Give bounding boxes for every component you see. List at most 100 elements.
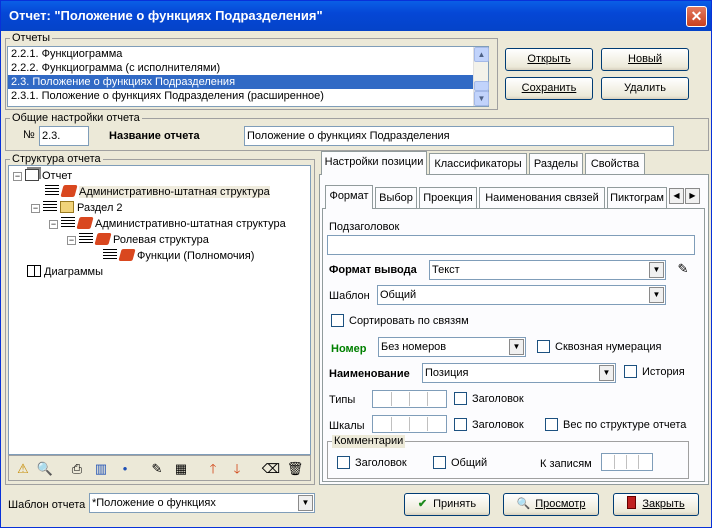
warning-icon[interactable]: ⚠ [13,459,33,479]
open-button-label: Открыть [527,53,571,65]
tab-select[interactable]: Выбор [375,187,417,209]
report-item[interactable]: 2.2.2. Функциограмма (с исполнителями) [8,61,488,75]
chevron-down-icon[interactable]: ▼ [298,495,313,511]
tree-node-admin-structure[interactable]: Административно-штатная структура [45,184,270,200]
tab-sections[interactable]: Разделы [529,153,583,175]
accept-button[interactable]: ✔ Принять [404,493,490,516]
delete-button[interactable]: Удалить [601,77,689,100]
report-template-combo[interactable]: *Положение о функциях ▼ [89,493,315,513]
tree-node-label: Отчет [42,170,73,182]
close-button[interactable]: Закрыть [613,493,699,516]
to-records-label: К записям [540,458,592,470]
to-records-grid[interactable] [601,453,653,471]
reports-list[interactable]: 2.2.1. Функциограмма 2.2.2. Функциограмм… [7,46,489,107]
preview-button[interactable]: 🔍 Просмотр [503,493,599,516]
tab-properties[interactable]: Свойства [585,153,645,175]
print-icon[interactable]: ⎙ [67,459,87,479]
comments-general-checkbox[interactable]: Общий [433,456,487,470]
checkbox-box[interactable] [433,456,446,469]
number-combo[interactable]: Без номеров ▼ [378,337,526,357]
tab-scroll-right-icon[interactable]: ▶ [685,188,700,204]
move-down-icon[interactable]: 🡓 [227,459,247,479]
through-numbering-checkbox[interactable]: Сквозная нумерация [537,340,662,354]
tab-label: Наименования связей [485,192,599,204]
template-combo[interactable]: Общий ▼ [377,285,666,305]
tree-node-role-structure[interactable]: − Ролевая структура [67,232,209,248]
types-label: Типы [329,394,356,406]
types-header-checkbox[interactable]: Заголовок [454,392,524,406]
weight-by-structure-checkbox[interactable]: Вес по структуре отчета [545,418,688,432]
table-icon[interactable]: ▦ [171,459,191,479]
tab-scroll-left-icon[interactable]: ◀ [669,188,684,204]
checkbox-box[interactable] [454,418,467,431]
report-item[interactable]: 2.2.1. Функциограмма [8,47,488,61]
close-window-button[interactable]: ✕ [686,6,707,27]
scroll-thumb[interactable] [474,81,489,91]
tree-node-diagrams[interactable]: Диаграммы [27,264,103,280]
trash-icon[interactable]: 🗑 [285,459,305,479]
sort-by-links-checkbox[interactable]: Сортировать по связям [331,314,469,328]
checkbox-box[interactable] [545,418,558,431]
collapse-icon[interactable]: − [13,172,22,181]
report-item[interactable]: 2.3.1. Положение о функциях Подразделени… [8,89,488,103]
tab-label: Выбор [379,192,413,204]
tab-format[interactable]: Формат [325,185,373,209]
new-button[interactable]: Новый [601,48,689,71]
report-dialog: Отчет: "Положение о функциях Подразделен… [0,0,712,528]
name-combo[interactable]: Позиция ▼ [422,363,616,383]
tree-node-functions[interactable]: Функции (Полномочия) [103,248,254,264]
scroll-up-icon[interactable]: ▲ [474,47,489,62]
tab-pictograms[interactable]: Пиктограм [607,187,667,209]
scroll-down-icon[interactable]: ▼ [474,91,489,106]
folder-icon [60,201,74,213]
accept-button-label: Принять [433,498,477,510]
tree-node-section-2[interactable]: − Раздел 2 [31,200,123,216]
report-number-field[interactable]: 2.3. [39,126,89,146]
output-format-combo[interactable]: Текст ▼ [429,260,666,280]
dot-icon[interactable]: • [115,459,135,479]
structure-tree[interactable]: − Отчет Административно-штатная структура… [8,165,311,455]
tab-position-settings[interactable]: Настройки позиции [321,151,427,175]
subheading-field[interactable] [327,235,695,255]
collapse-icon[interactable]: − [49,220,58,229]
tree-node-admin-structure-2[interactable]: − Административно-штатная структура [49,216,286,232]
comments-header-checkbox[interactable]: Заголовок [337,456,407,470]
lines-icon [61,217,75,229]
chevron-down-icon[interactable]: ▼ [509,339,524,355]
checkbox-label: Заголовок [472,393,524,405]
checkbox-box[interactable] [331,314,344,327]
save-button[interactable]: Сохранить [505,77,593,100]
history-checkbox[interactable]: История [624,365,685,379]
find-icon[interactable]: 🔍 [35,459,55,479]
types-grid[interactable] [372,390,447,408]
checkbox-box[interactable] [624,365,637,378]
report-name-label: Название отчета [109,130,200,142]
chevron-down-icon[interactable]: ▼ [649,287,664,303]
collapse-icon[interactable]: − [67,236,76,245]
report-name-field[interactable]: Положение о функциях Подразделения [244,126,674,146]
checkbox-box[interactable] [337,456,350,469]
chevron-down-icon[interactable]: ▼ [649,262,664,278]
chevron-down-icon[interactable]: ▼ [599,365,614,381]
new-button-label: Новый [628,53,662,65]
comments-legend: Комментарии [332,435,406,448]
checkbox-box[interactable] [454,392,467,405]
tab-link-names[interactable]: Наименования связей [479,187,605,209]
open-button[interactable]: Открыть [505,48,593,71]
checkbox-box[interactable] [537,340,550,353]
reports-scrollbar[interactable]: ▲ ▼ [473,47,489,106]
tab-projection[interactable]: Проекция [419,187,477,209]
tree-node-report[interactable]: − Отчет [13,168,72,184]
report-item-selected[interactable]: 2.3. Положение о функциях Подразделения [8,75,488,89]
eraser-icon[interactable]: ⌫ [261,459,281,479]
scales-grid[interactable] [372,415,447,433]
tab-classifiers[interactable]: Классификаторы [429,153,527,175]
format-settings-icon[interactable]: ✎ [673,259,693,279]
collapse-icon[interactable]: − [31,204,40,213]
edit-icon[interactable]: ✎ [147,459,167,479]
book-icon [60,185,78,197]
scales-header-checkbox[interactable]: Заголовок [454,418,524,432]
lines-icon [45,185,59,197]
chart-icon[interactable]: ▥ [91,459,111,479]
move-up-icon[interactable]: 🡑 [203,459,223,479]
